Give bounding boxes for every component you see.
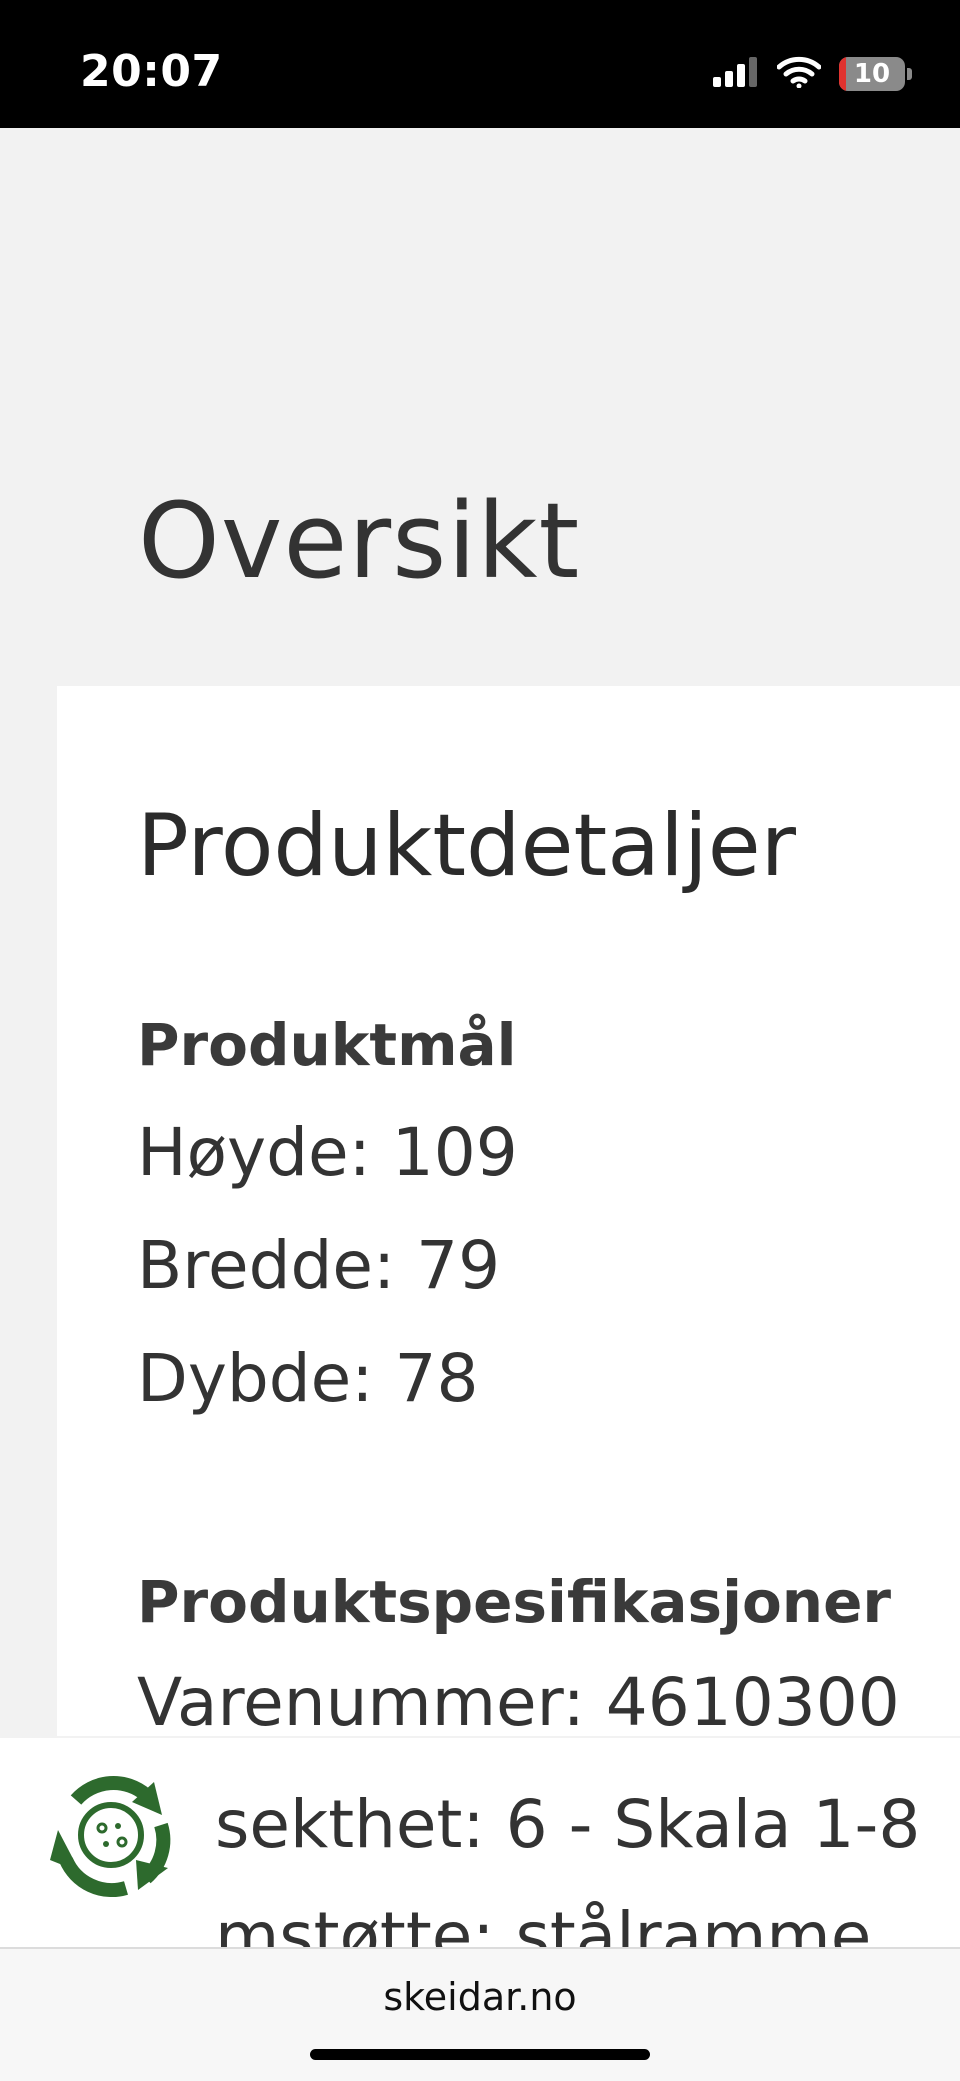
battery-cap	[907, 68, 912, 80]
width-value: Bredde: 79	[137, 1227, 501, 1304]
status-bar: 20:07 10	[0, 0, 960, 128]
page-title: Oversikt	[138, 480, 581, 602]
signal-icon	[713, 57, 759, 91]
dimensions-heading: Produktmål	[137, 1011, 517, 1079]
height-value: Høyde: 109	[137, 1114, 518, 1191]
home-indicator[interactable]	[310, 2049, 650, 2060]
battery-level-fill	[839, 57, 846, 91]
battery-level-text: 10	[853, 59, 891, 89]
product-details-card: Produktdetaljer Produktmål Høyde: 109 Br…	[57, 686, 960, 1741]
wifi-icon	[776, 56, 822, 92]
domain-label[interactable]: skeidar.no	[0, 1975, 960, 2019]
item-number-value: Varenummer: 4610300	[137, 1664, 900, 1741]
product-details-title: Produktdetaljer	[137, 796, 797, 896]
floating-bar: sekthet: 6 - Skala 1-8 mstøtte: stålramm…	[0, 1738, 960, 1948]
battery-icon: 10	[839, 57, 905, 91]
recycle-icon[interactable]	[36, 1760, 186, 1910]
specifications-heading: Produktspesifikasjoner	[137, 1568, 892, 1636]
status-icons: 10	[713, 56, 912, 92]
firmness-value: sekthet: 6 - Skala 1-8	[215, 1786, 921, 1863]
browser-address-bar[interactable]: skeidar.no	[0, 1947, 960, 2081]
status-time: 20:07	[80, 46, 223, 97]
depth-value: Dybde: 78	[137, 1340, 479, 1417]
support-value: mstøtte: stålramme	[215, 1898, 872, 1948]
